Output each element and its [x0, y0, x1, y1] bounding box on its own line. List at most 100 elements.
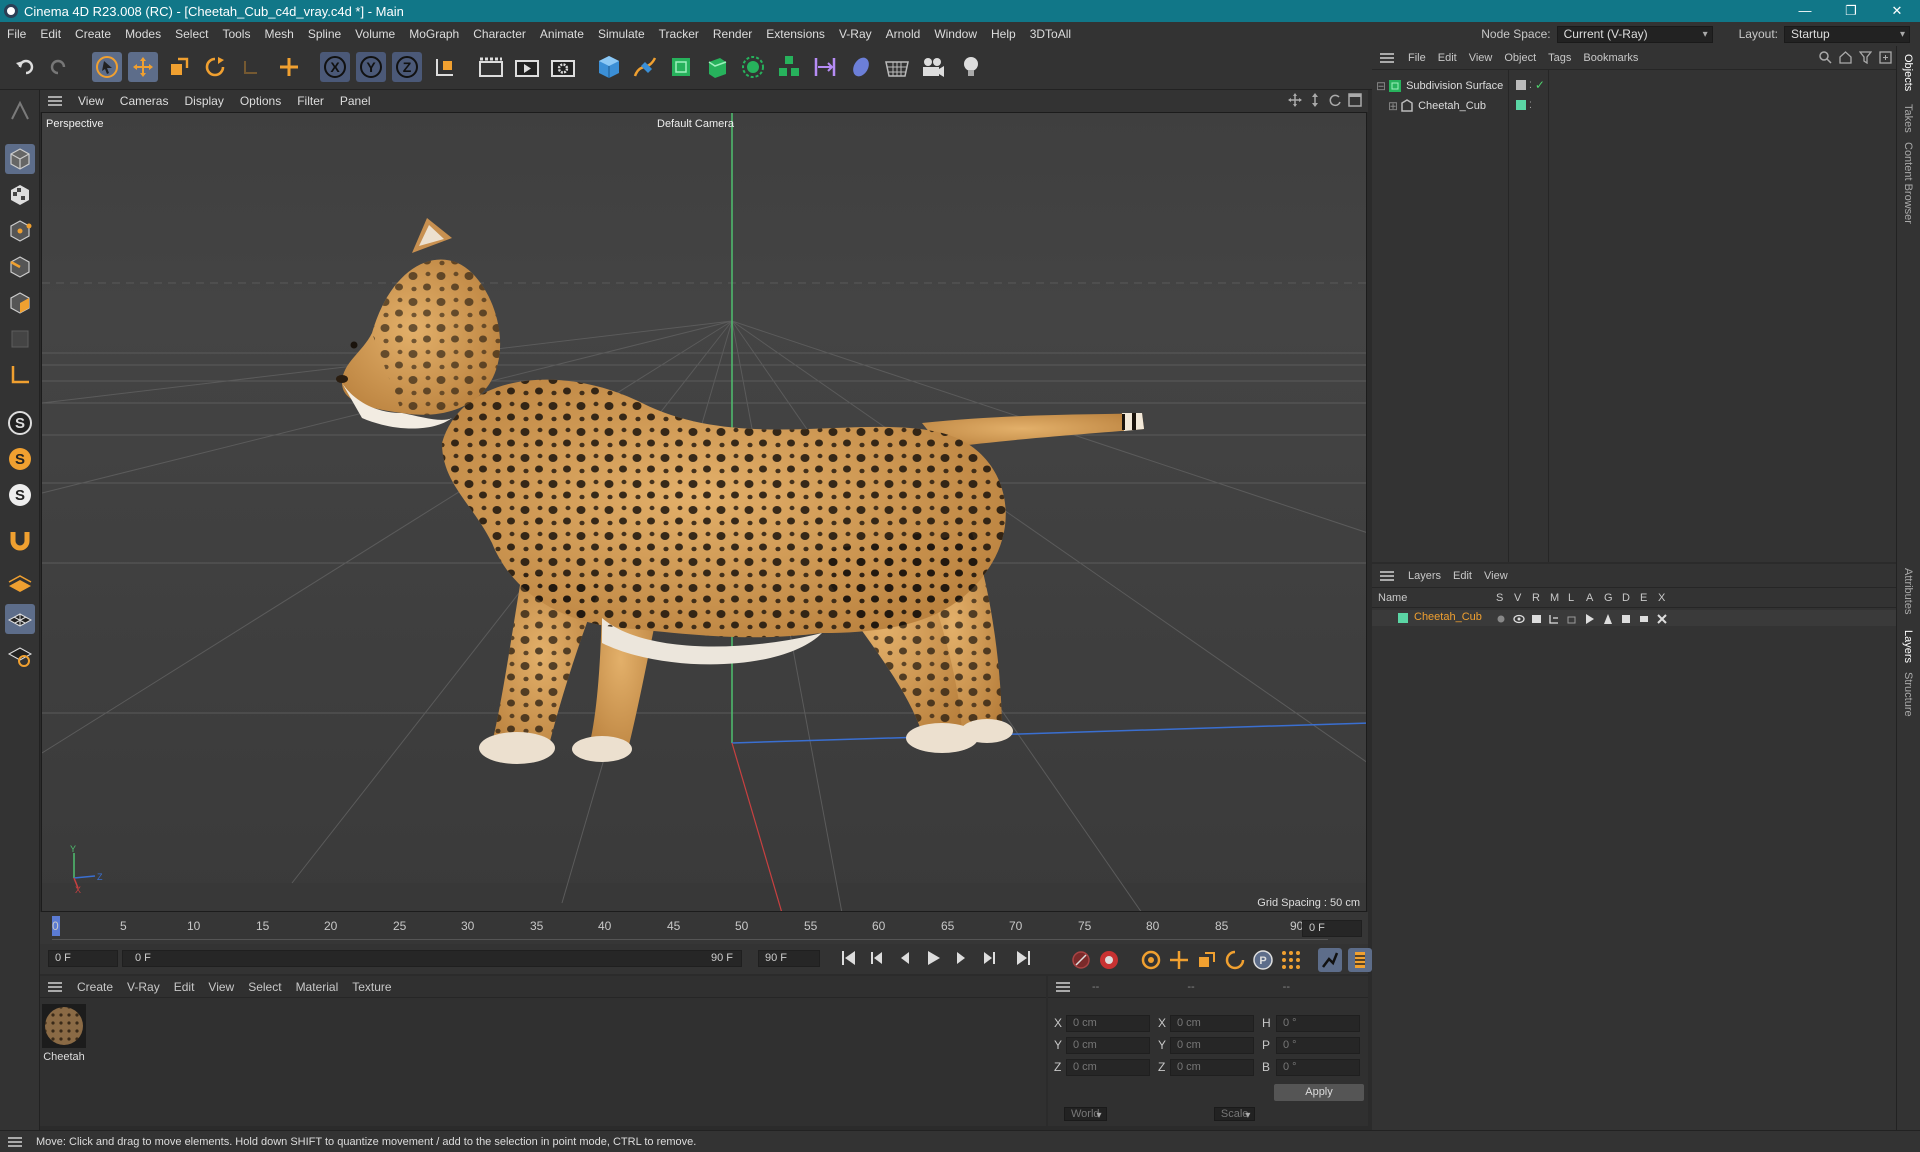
minimize-button[interactable]: —	[1782, 0, 1828, 22]
lock-y-button[interactable]: Y	[356, 52, 386, 82]
lock-x-button[interactable]: X	[320, 52, 350, 82]
snap-button-1[interactable]: S	[5, 408, 35, 438]
texture-mode-button[interactable]	[5, 180, 35, 210]
size-y-field[interactable]: 0 cm	[1170, 1037, 1254, 1054]
next-key-icon[interactable]	[980, 949, 998, 967]
uv-mode-button[interactable]	[5, 324, 35, 354]
object-manager-hamburger-icon[interactable]	[1380, 52, 1394, 63]
menu-mesh[interactable]: Mesh	[257, 27, 300, 41]
object-row-subdivision-surface[interactable]: ⊟ Subdivision Surface	[1376, 78, 1503, 94]
viewport-menu-cameras[interactable]: Cameras	[112, 94, 177, 108]
previous-frame-icon[interactable]	[896, 949, 914, 967]
previous-key-icon[interactable]	[868, 949, 886, 967]
3d-viewport[interactable]: Perspective Default Camera Grid Spacing …	[41, 112, 1367, 912]
layer-menu-view[interactable]: View	[1478, 570, 1514, 582]
cloner-button[interactable]	[738, 52, 768, 82]
select-tool-button[interactable]	[92, 52, 122, 82]
autokey-icon[interactable]	[1098, 949, 1120, 971]
menu-mograph[interactable]: MoGraph	[402, 27, 466, 41]
menu-extensions[interactable]: Extensions	[759, 27, 832, 41]
snap-button-2[interactable]: S	[5, 444, 35, 474]
side-tab-takes[interactable]: Takes	[1902, 104, 1914, 133]
axis-mode-button[interactable]	[5, 360, 35, 390]
edges-mode-button[interactable]	[5, 252, 35, 282]
rotation-h-field[interactable]: 0 °	[1276, 1015, 1360, 1032]
new-view-icon[interactable]	[1879, 51, 1892, 64]
extrude-button[interactable]	[702, 52, 732, 82]
recent-tool-button[interactable]	[236, 52, 266, 82]
coordinate-space-dropdown[interactable]: World	[1064, 1107, 1107, 1121]
parameter-key-icon[interactable]: P	[1252, 949, 1274, 971]
points-mode-button[interactable]	[5, 216, 35, 246]
object-menu-view[interactable]: View	[1463, 52, 1499, 64]
enabled-check-icon[interactable]: ✓	[1535, 79, 1545, 91]
mograph-button[interactable]	[774, 52, 804, 82]
position-x-field[interactable]: 0 cm	[1066, 1015, 1150, 1032]
side-tab-attributes[interactable]: Attributes	[1902, 568, 1914, 614]
object-menu-bookmarks[interactable]: Bookmarks	[1577, 52, 1644, 64]
position-key-icon[interactable]	[1168, 949, 1190, 971]
render-picture-viewer-button[interactable]	[512, 52, 542, 82]
material-menu-edit[interactable]: Edit	[167, 980, 202, 994]
start-frame-field[interactable]: 0 F	[48, 950, 118, 967]
close-button[interactable]: ✕	[1874, 0, 1920, 22]
scale-tool-button[interactable]	[164, 52, 194, 82]
menu-modes[interactable]: Modes	[118, 27, 168, 41]
scale-key-icon[interactable]	[1196, 949, 1218, 971]
filter-icon[interactable]	[1859, 51, 1872, 64]
size-z-field[interactable]: 0 cm	[1170, 1059, 1254, 1076]
play-icon[interactable]	[924, 949, 942, 967]
side-tab-content-browser[interactable]: Content Browser	[1902, 142, 1914, 224]
transform-mode-dropdown[interactable]: Scale	[1213, 1107, 1256, 1121]
timeline-window-button[interactable]	[1348, 948, 1372, 972]
material-swatch[interactable]: Cheetah	[42, 1004, 86, 1063]
menu-vray[interactable]: V-Ray	[832, 27, 879, 41]
layer-toggle-icons[interactable]	[1496, 613, 1672, 625]
menu-animate[interactable]: Animate	[533, 27, 591, 41]
camera-button[interactable]	[918, 52, 948, 82]
layer-chip-icon[interactable]	[1516, 80, 1526, 90]
menu-edit[interactable]: Edit	[33, 27, 68, 41]
motion-tracking-button[interactable]	[1318, 948, 1342, 972]
coordinates-hamburger-icon[interactable]	[1056, 981, 1070, 992]
size-x-field[interactable]: 0 cm	[1170, 1015, 1254, 1032]
material-menu-material[interactable]: Material	[289, 980, 346, 994]
status-hamburger-icon[interactable]	[8, 1136, 22, 1147]
end-frame-field[interactable]: 90 F	[758, 950, 820, 967]
render-view-button[interactable]	[476, 52, 506, 82]
menu-spline[interactable]: Spline	[301, 27, 348, 41]
menu-arnold[interactable]: Arnold	[879, 27, 928, 41]
go-to-start-icon[interactable]	[840, 949, 858, 967]
make-editable-button[interactable]	[5, 96, 35, 126]
menu-volume[interactable]: Volume	[348, 27, 402, 41]
model-mode-button[interactable]	[5, 144, 35, 174]
material-menu-select[interactable]: Select	[241, 980, 288, 994]
preview-range-slider[interactable]: 0 F 90 F	[122, 950, 742, 967]
layer-menu-edit[interactable]: Edit	[1447, 570, 1478, 582]
layer-name[interactable]: Cheetah_Cub	[1414, 611, 1482, 623]
material-menu-texture[interactable]: Texture	[345, 980, 398, 994]
pan-view-icon[interactable]	[1288, 93, 1302, 107]
menu-help[interactable]: Help	[984, 27, 1023, 41]
point-level-key-icon[interactable]	[1280, 949, 1302, 971]
object-row-cheetah-cub[interactable]: ⊞ Cheetah_Cub	[1388, 98, 1486, 114]
object-menu-object[interactable]: Object	[1498, 52, 1542, 64]
position-y-field[interactable]: 0 cm	[1066, 1037, 1150, 1054]
menu-tracker[interactable]: Tracker	[652, 27, 706, 41]
rotation-key-icon[interactable]	[1224, 949, 1246, 971]
layer-row-cheetah-cub[interactable]: Cheetah_Cub	[1372, 610, 1896, 626]
layer-menu-layers[interactable]: Layers	[1402, 570, 1447, 582]
side-tab-objects[interactable]: Objects	[1902, 54, 1914, 91]
side-tab-structure[interactable]: Structure	[1902, 672, 1914, 717]
locked-workplane-button[interactable]	[5, 640, 35, 670]
workplane-button[interactable]	[5, 568, 35, 598]
rotation-p-field[interactable]: 0 °	[1276, 1037, 1360, 1054]
subdivision-surface-button[interactable]	[666, 52, 696, 82]
cube-object-button[interactable]	[594, 52, 624, 82]
rotate-tool-button[interactable]	[200, 52, 230, 82]
record-active-objects-icon[interactable]	[1070, 949, 1092, 971]
home-icon[interactable]	[1839, 51, 1852, 64]
layout-dropdown[interactable]: Startup	[1784, 25, 1910, 43]
search-icon[interactable]	[1819, 51, 1832, 64]
menu-create[interactable]: Create	[68, 27, 118, 41]
